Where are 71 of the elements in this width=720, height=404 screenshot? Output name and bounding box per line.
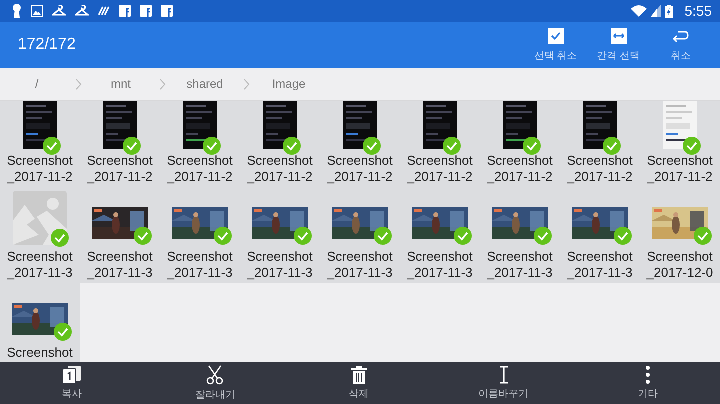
status-time: 5:55 bbox=[684, 3, 712, 19]
breadcrumb-item[interactable]: shared bbox=[170, 73, 240, 95]
toolbar-button[interactable]: 복사 bbox=[42, 364, 102, 402]
file-tile[interactable]: Screenshot _2017-11-2 bbox=[80, 101, 160, 187]
wifi-icon bbox=[630, 5, 647, 17]
file-tile[interactable]: Screenshot _2017-11-2 bbox=[160, 101, 240, 187]
file-name: Screenshot bbox=[7, 345, 73, 361]
file-name: Screenshot _2017-11-3 bbox=[327, 249, 393, 281]
breadcrumb-item[interactable]: Image bbox=[254, 73, 324, 95]
file-tile[interactable]: Screenshot _2017-11-3 bbox=[80, 187, 160, 283]
file-name: Screenshot _2017-11-2 bbox=[167, 153, 233, 185]
breadcrumb-item[interactable]: / bbox=[2, 73, 72, 95]
file-tile[interactable]: Screenshot _2017-11-2 bbox=[240, 101, 320, 187]
checkbox-icon bbox=[548, 28, 564, 44]
file-tile[interactable]: Screenshot _2017-11-2 bbox=[640, 101, 720, 187]
toolbar-button[interactable]: 잘라내기 bbox=[185, 362, 246, 404]
more-icon bbox=[646, 366, 650, 384]
f-square-icon bbox=[119, 5, 131, 17]
breadcrumb-item[interactable]: mnt bbox=[86, 73, 156, 95]
trash-icon bbox=[350, 366, 367, 384]
file-tile[interactable]: Screenshot _2017-11-3 bbox=[480, 187, 560, 283]
file-name: Screenshot _2017-11-2 bbox=[407, 153, 473, 185]
file-tile[interactable]: Screenshot _2017-11-3 bbox=[560, 187, 640, 283]
file-name: Screenshot _2017-11-2 bbox=[647, 153, 713, 185]
battery-charging-icon bbox=[664, 4, 673, 18]
file-tile[interactable]: Screenshot _2017-11-2 bbox=[0, 101, 80, 187]
file-name: Screenshot _2017-11-2 bbox=[87, 153, 153, 185]
toolbar-button[interactable]: 기타 bbox=[618, 364, 678, 402]
file-tile[interactable]: Screenshot _2017-11-3 bbox=[400, 187, 480, 283]
f-square-icon bbox=[161, 5, 173, 17]
copy-icon bbox=[62, 366, 81, 384]
file-name: Screenshot _2017-11-2 bbox=[247, 153, 313, 185]
broken-image-icon bbox=[13, 191, 67, 245]
chevron-icon bbox=[244, 78, 250, 90]
scissors-icon bbox=[206, 364, 224, 384]
file-tile[interactable]: Screenshot _2017-11-2 bbox=[480, 101, 560, 187]
file-name: Screenshot _2017-11-3 bbox=[407, 249, 473, 281]
file-tile[interactable]: Screenshot _2017-11-2 bbox=[400, 101, 480, 187]
file-tile[interactable]: Screenshot _2017-11-3 bbox=[160, 187, 240, 283]
hanger-icon bbox=[52, 5, 66, 17]
selection-count: 172/172 bbox=[18, 36, 76, 54]
toolbar-button[interactable]: 이름바꾸기 bbox=[472, 364, 535, 402]
file-name: Screenshot _2017-11-2 bbox=[327, 153, 393, 185]
file-name: Screenshot _2017-12-0 bbox=[646, 249, 714, 281]
file-name: Screenshot _2017-11-3 bbox=[567, 249, 633, 281]
file-name: Screenshot _2017-11-3 bbox=[87, 249, 153, 281]
file-tile[interactable]: Screenshot _2017-11-3 bbox=[240, 187, 320, 283]
chevron-icon bbox=[160, 78, 166, 90]
file-tile[interactable]: Screenshot _2017-11-2 bbox=[560, 101, 640, 187]
file-tile[interactable]: Screenshot _2017-11-2 bbox=[320, 101, 400, 187]
signal-icon bbox=[650, 5, 661, 17]
image-icon bbox=[31, 5, 43, 17]
file-tile[interactable]: Screenshot _2017-11-3 bbox=[320, 187, 400, 283]
file-tile[interactable]: Screenshot bbox=[0, 283, 80, 362]
range-icon bbox=[610, 28, 627, 44]
file-name: Screenshot _2017-11-2 bbox=[7, 153, 73, 185]
file-name: Screenshot _2017-11-3 bbox=[167, 249, 233, 281]
file-name: Screenshot _2017-11-2 bbox=[567, 153, 633, 185]
file-tile[interactable]: Screenshot _2017-11-3 bbox=[0, 187, 80, 283]
keyhole-icon bbox=[12, 4, 22, 18]
f-square-icon bbox=[140, 5, 152, 17]
file-name: Screenshot _2017-11-3 bbox=[487, 249, 553, 281]
squiggle-icon bbox=[98, 6, 110, 16]
hanger-icon bbox=[75, 5, 89, 17]
chevron-icon bbox=[76, 78, 82, 90]
file-name: Screenshot _2017-11-3 bbox=[247, 249, 313, 281]
toolbar-button[interactable]: 삭제 bbox=[328, 364, 389, 402]
file-tile[interactable]: Screenshot _2017-12-0 bbox=[640, 187, 720, 283]
file-name: Screenshot _2017-11-2 bbox=[487, 153, 553, 185]
file-name: Screenshot _2017-11-3 bbox=[7, 249, 73, 281]
text-cursor-icon bbox=[498, 366, 509, 384]
